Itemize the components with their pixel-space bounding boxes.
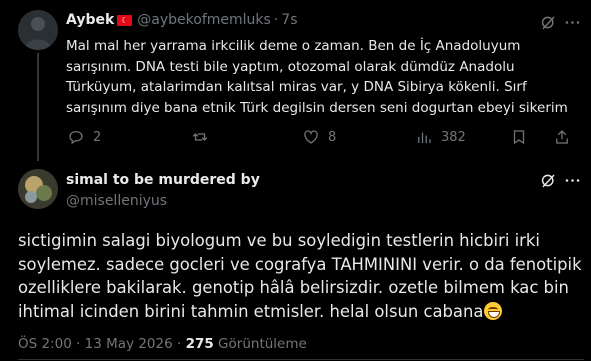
parent-avatar[interactable] (18, 10, 58, 50)
separator: · (273, 12, 279, 28)
parent-display-name[interactable]: Aybek (66, 12, 114, 28)
turkey-flag-icon: ☾ (117, 14, 133, 26)
parent-time[interactable]: 7s (281, 12, 297, 28)
views-button[interactable]: 382 (415, 128, 466, 146)
repost-button[interactable] (191, 128, 217, 146)
thread-line (37, 53, 39, 161)
parent-header: Aybek ☾ @aybekofmemluks · 7s (66, 12, 297, 28)
bookmark-button[interactable] (510, 128, 528, 146)
bottom-divider (18, 359, 584, 360)
grok-icon[interactable] (539, 13, 558, 36)
like-count: 8 (328, 129, 337, 145)
reply-button[interactable]: 2 (67, 128, 101, 146)
tweet-meta: ÖS 2:00 · 13 May 2026 · 275 Görüntüleme (18, 336, 307, 352)
parent-handle[interactable]: @aybekofmemluks (137, 12, 271, 28)
parent-tweet-text: Mal mal her yarrama irkcilik deme o zama… (66, 38, 568, 116)
reply-count: 2 (93, 129, 102, 145)
main-handle[interactable]: @miselleniyus (66, 193, 167, 209)
main-avatar[interactable] (18, 169, 58, 209)
more-options-icon[interactable] (563, 171, 582, 194)
tweet-timestamp[interactable]: ÖS 2:00 · 13 May 2026 · (18, 336, 186, 352)
like-button[interactable]: 8 (302, 128, 336, 146)
view-count: 382 (441, 129, 466, 145)
grinning-face-emoji-icon (484, 301, 503, 320)
grok-icon[interactable] (539, 171, 558, 194)
main-display-name[interactable]: simal to be murdered by (66, 172, 260, 188)
share-button[interactable] (553, 128, 571, 146)
main-tweet-text: sictigimin salagi biyologum ve bu soyled… (18, 229, 584, 323)
tweet-view-count: 275 (185, 336, 214, 352)
tweet-views-label: Görüntüleme (213, 336, 307, 352)
more-options-icon[interactable] (563, 13, 582, 36)
